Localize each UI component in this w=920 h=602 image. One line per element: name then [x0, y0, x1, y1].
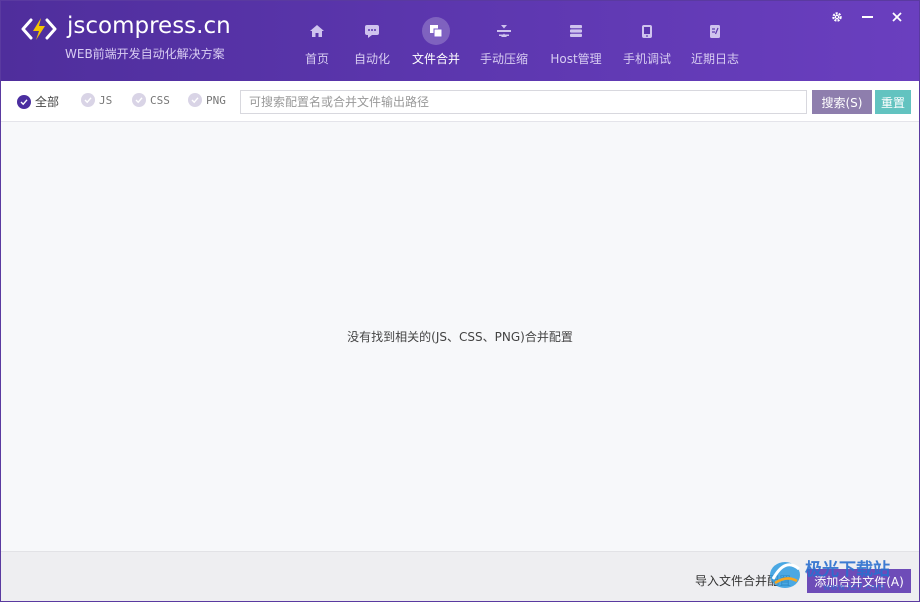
nav-item-recent-logs[interactable]: 近期日志: [681, 17, 749, 73]
filter-png[interactable]: PNG: [188, 93, 226, 107]
settings-button[interactable]: [825, 7, 849, 27]
nav-label: 自动化: [353, 52, 390, 66]
nav-label: 文件合并: [411, 52, 460, 66]
filter-label: PNG: [206, 93, 226, 107]
nav-item-mobile-debug[interactable]: 手机调试: [613, 17, 681, 73]
filter-label: CSS: [150, 93, 170, 107]
check-circle-icon: [17, 94, 31, 109]
chat-icon: [365, 24, 379, 38]
gear-icon: [832, 12, 842, 22]
app-window: jscompress.cn WEB前端开发自动化解决方案 首页 自动化 文件合并…: [0, 0, 920, 602]
minimize-button[interactable]: [855, 7, 879, 27]
merge-icon: [430, 25, 443, 38]
filter-js[interactable]: JS: [81, 93, 112, 107]
check-circle-icon: [81, 93, 95, 107]
compress-icon: [497, 25, 511, 37]
main-nav: 首页 自动化 文件合并 手动压缩 Host管理 手机调试 近期日志: [293, 17, 749, 77]
nav-item-home[interactable]: 首页: [293, 17, 341, 73]
footer-bar: 导入文件合并配置 添加合并文件(A): [1, 551, 919, 601]
filter-bar: 全部 JS CSS PNG 搜索(S) 重置: [1, 81, 919, 122]
check-circle-icon: [188, 93, 202, 107]
search-button[interactable]: 搜索(S): [812, 90, 872, 114]
reset-button[interactable]: 重置: [875, 90, 911, 114]
filter-css[interactable]: CSS: [132, 93, 170, 107]
nav-item-automation[interactable]: 自动化: [341, 17, 403, 73]
phone-icon: [642, 24, 652, 38]
nav-item-manual-compress[interactable]: 手动压缩: [469, 17, 539, 73]
window-controls: [825, 7, 909, 27]
app-title: jscompress.cn: [67, 13, 231, 39]
home-icon: [310, 25, 324, 37]
check-circle-icon: [132, 93, 146, 107]
nav-label: 手动压缩: [479, 52, 528, 66]
close-icon: [892, 12, 902, 22]
close-button[interactable]: [885, 7, 909, 27]
nav-label: 近期日志: [690, 52, 739, 66]
import-config-button[interactable]: 导入文件合并配置: [695, 572, 791, 589]
nav-label: 首页: [304, 52, 329, 66]
search-input[interactable]: [240, 90, 807, 114]
add-merge-file-button[interactable]: 添加合并文件(A): [807, 569, 911, 593]
nav-label: Host管理: [550, 52, 602, 66]
log-icon: [710, 24, 720, 38]
app-subtitle: WEB前端开发自动化解决方案: [65, 47, 225, 61]
nav-item-host-manage[interactable]: Host管理: [539, 17, 613, 73]
filter-label: JS: [99, 93, 113, 107]
title-bar: jscompress.cn WEB前端开发自动化解决方案 首页 自动化 文件合并…: [1, 1, 919, 81]
nav-label: 手机调试: [622, 52, 671, 66]
filter-all[interactable]: 全部: [17, 93, 59, 110]
code-bolt-logo-icon: [21, 18, 57, 40]
filter-label: 全部: [35, 95, 60, 109]
empty-state-message: 没有找到相关的(JS、CSS、PNG)合并配置: [347, 330, 573, 344]
server-icon: [570, 25, 582, 37]
nav-item-file-merge[interactable]: 文件合并: [403, 17, 469, 73]
minimize-icon: [861, 16, 873, 18]
